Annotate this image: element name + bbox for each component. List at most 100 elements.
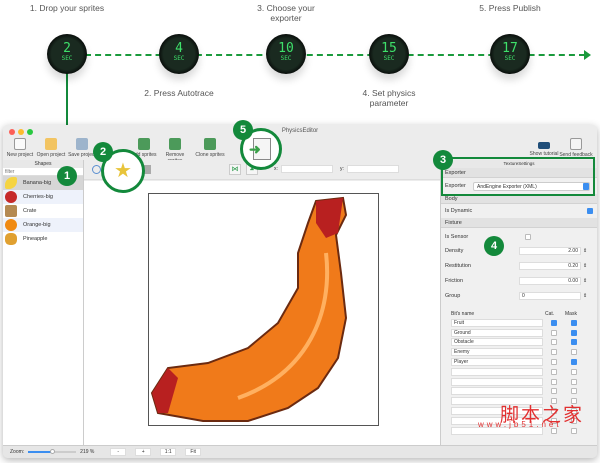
step-badge: 3 <box>433 150 453 170</box>
banana-thumb-icon <box>5 177 17 189</box>
bit-name-input[interactable]: Player <box>451 358 543 367</box>
step-label: 5. Press Publish <box>479 3 541 13</box>
mask-checkbox[interactable] <box>571 378 577 385</box>
cat-checkbox[interactable] <box>551 368 557 375</box>
watermark-url: www.jb51.net <box>478 420 562 429</box>
mask-checkbox[interactable] <box>571 339 577 346</box>
bit-name-input[interactable] <box>451 387 543 396</box>
document-icon <box>14 138 26 150</box>
cat-checkbox[interactable] <box>551 388 557 395</box>
x-input[interactable] <box>281 165 333 173</box>
timer-value: 17 <box>502 41 518 56</box>
mask-checkbox[interactable] <box>571 329 577 336</box>
is-dynamic-row: Is Dynamic <box>441 204 597 218</box>
label: Is Dynamic <box>445 208 473 214</box>
zoom-slider[interactable] <box>28 449 77 454</box>
cat-checkbox[interactable] <box>551 378 557 385</box>
sprite-item[interactable]: Crate <box>3 204 83 218</box>
sprite-item[interactable]: Pineapple <box>3 232 83 246</box>
trash-icon[interactable] <box>144 165 151 174</box>
mask-checkbox[interactable] <box>571 349 577 356</box>
clone-sprites-button[interactable]: Clone sprites <box>193 138 227 158</box>
bit-name-input[interactable] <box>451 367 543 376</box>
canvas[interactable] <box>84 181 440 445</box>
bit-name-input[interactable] <box>451 377 543 386</box>
circle-tool-icon[interactable] <box>92 165 101 174</box>
mask-checkbox[interactable] <box>571 388 577 395</box>
image-clone-icon <box>204 138 216 150</box>
label: Clone sprites <box>195 152 225 158</box>
timer-icon: 10 SEC <box>266 34 306 74</box>
mask-checkbox[interactable] <box>571 368 577 375</box>
bit-row: Fruit <box>451 318 589 328</box>
timer-value: 2 <box>63 41 71 56</box>
zoom-fit-button[interactable]: Fit <box>185 448 202 456</box>
mask-checkbox[interactable] <box>571 427 577 434</box>
bit-name-input[interactable]: Fruit <box>451 318 543 327</box>
label: Orange-big <box>23 222 51 228</box>
arrow-right-icon: ➜ <box>249 141 261 157</box>
timer-icon: 17 SEC <box>490 34 530 74</box>
new-project-button[interactable]: New project <box>3 138 37 158</box>
magic-wand-icon: ★ <box>114 160 132 182</box>
timer-icon: 2 SEC <box>47 34 87 74</box>
label: New project <box>6 152 34 158</box>
mask-checkbox[interactable] <box>571 359 577 366</box>
bit-name-input[interactable]: Enemy <box>451 348 543 357</box>
is-dynamic-checkbox[interactable] <box>587 208 593 214</box>
step-badge: 5 <box>233 120 253 140</box>
step-badge: 1 <box>57 166 77 186</box>
image-add-icon <box>138 138 150 150</box>
open-project-button[interactable]: Open project <box>34 138 68 158</box>
zoom-out-button[interactable]: - <box>110 448 127 456</box>
cat-checkbox[interactable] <box>551 319 557 326</box>
pineapple-thumb-icon <box>5 233 17 245</box>
label: Density <box>445 247 464 254</box>
timer-icon: 15 SEC <box>369 34 409 74</box>
mask-checkbox[interactable] <box>571 319 577 326</box>
bit-name-input[interactable]: Obstacle <box>451 338 543 347</box>
timer-unit: SEC <box>61 55 73 62</box>
stepper-icon[interactable]: ⇕ <box>583 278 587 284</box>
y-input[interactable] <box>347 165 399 173</box>
stepper-icon[interactable]: ⇕ <box>583 263 587 269</box>
label: Crate <box>23 208 37 214</box>
bit-row: Enemy <box>451 347 589 357</box>
bit-name-input[interactable]: Ground <box>451 328 543 337</box>
step-badge: 2 <box>93 142 113 162</box>
zoom-actual-button[interactable]: 1:1 <box>160 448 177 456</box>
is-sensor-checkbox[interactable] <box>525 233 531 240</box>
zoom-in-button[interactable]: + <box>135 448 152 456</box>
cat-checkbox[interactable] <box>551 359 557 366</box>
zoom-label: Zoom: <box>10 449 25 455</box>
cat-checkbox[interactable] <box>551 329 557 336</box>
graduation-cap-icon <box>538 142 550 149</box>
cat-checkbox[interactable] <box>551 339 557 346</box>
bit-row <box>451 367 589 377</box>
timer-icon: 4 SEC <box>159 34 199 74</box>
group-input[interactable]: 0 <box>519 291 581 300</box>
sprite-canvas[interactable] <box>148 193 380 426</box>
timer-value: 15 <box>381 41 397 56</box>
stepper-icon[interactable]: ⇕ <box>583 248 587 254</box>
bit-row: Obstacle <box>451 338 589 348</box>
fixture-fields: Is Sensor Density 2.00 ⇕ Restitution 0.20 ⇕ … <box>441 228 597 305</box>
sprite-item[interactable]: Orange-big <box>3 218 83 232</box>
density-input[interactable]: 2.00 <box>519 246 581 255</box>
restitution-input[interactable]: 0.20 <box>519 261 581 270</box>
flip-horizontal-icon[interactable]: ⋈ <box>229 164 241 175</box>
step-badge: 4 <box>484 236 504 256</box>
show-tutorial-button[interactable]: Show tutorial <box>527 138 561 157</box>
friction-input[interactable]: 0.00 <box>519 276 581 285</box>
cat-checkbox[interactable] <box>551 349 557 356</box>
sprite-item[interactable]: Cherries-big <box>3 190 83 204</box>
stepper-icon[interactable]: ⇕ <box>583 293 587 299</box>
window-title: PhysicsEditor <box>281 128 319 134</box>
send-feedback-button[interactable]: Send feedback <box>559 138 593 158</box>
exporter-highlight <box>441 157 595 196</box>
label: Banana-big <box>23 180 52 186</box>
cat-header: Cat. <box>545 310 555 317</box>
step-label: 4. Set physics parameter <box>362 88 416 108</box>
slider-thumb[interactable] <box>50 449 56 454</box>
bit-row: Player <box>451 357 589 367</box>
